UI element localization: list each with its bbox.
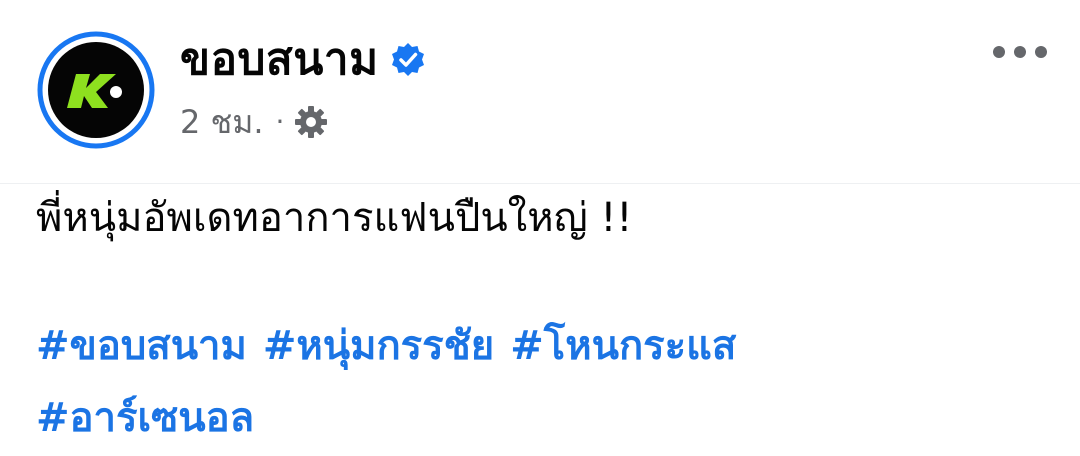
k-logo-icon xyxy=(37,31,155,149)
gear-icon[interactable] xyxy=(294,105,328,139)
author-row: ขอบสนาม xyxy=(180,30,427,90)
author-name[interactable]: ขอบสนาม xyxy=(180,38,379,82)
post-meta: 2 ชม. · xyxy=(180,100,328,144)
more-horizontal-icon xyxy=(993,46,1047,58)
hashtag-link[interactable]: #หนุ่มกรรชัย xyxy=(263,323,494,369)
post-card: ขอบสนาม 2 ชม. · พี่หนุ่มอัพเดทอาการแฟนปื… xyxy=(0,0,1080,456)
hashtag-link[interactable]: #โหนกระแส xyxy=(510,323,736,369)
meta-separator: · xyxy=(275,105,285,138)
hashtag-link[interactable]: #ขอบสนาม xyxy=(36,323,247,369)
post-text: พี่หนุ่มอัพเดทอาการแฟนปืนใหญ่ !! xyxy=(36,195,633,241)
timestamp[interactable]: 2 ชม. xyxy=(180,106,264,138)
verified-badge-icon xyxy=(389,41,427,79)
more-options-button[interactable] xyxy=(988,32,1052,72)
avatar[interactable] xyxy=(36,30,156,150)
hashtag-link[interactable]: #อาร์เซนอล xyxy=(36,395,254,441)
divider xyxy=(0,183,1080,184)
hashtag-list: #ขอบสนาม #หนุ่มกรรชัย #โหนกระแส #อาร์เซนอล xyxy=(36,310,1036,454)
